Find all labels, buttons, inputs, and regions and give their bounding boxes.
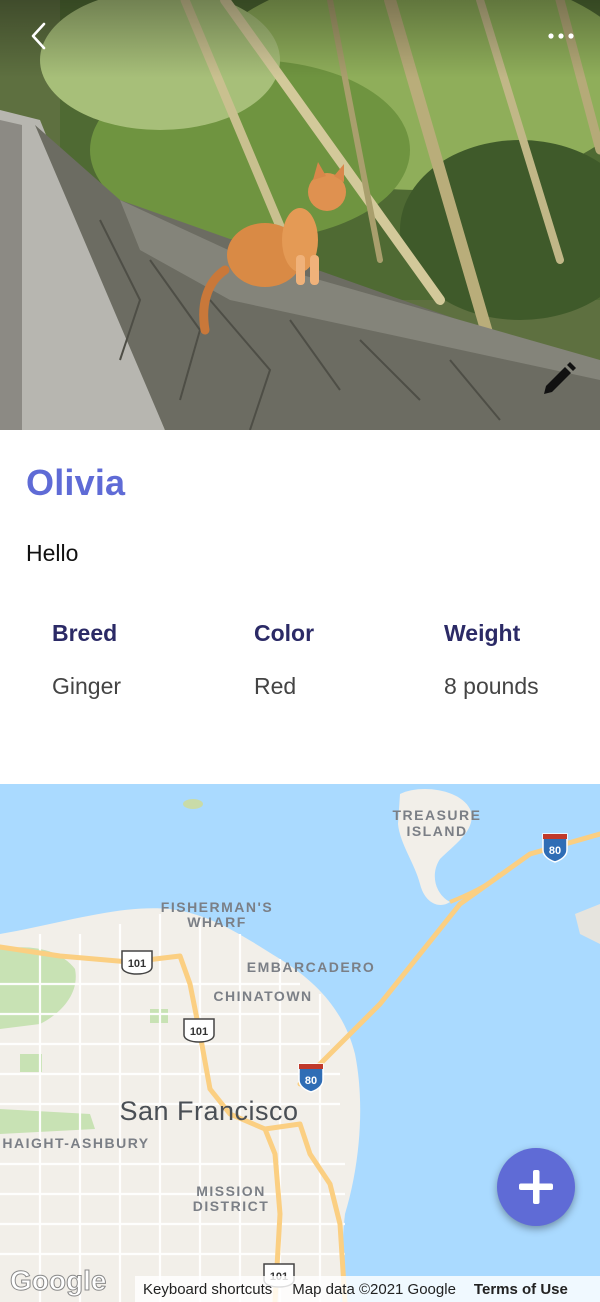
attribute-value: 8 pounds xyxy=(444,673,539,699)
us-101-shield-icon: 101 xyxy=(183,1018,215,1043)
interstate-80-shield-icon: 80 xyxy=(298,1063,324,1093)
interstate-80-shield-icon: 80 xyxy=(542,833,568,863)
map-label-fishermans-wharf-2: WHARF xyxy=(187,914,247,930)
attribute-value: Ginger xyxy=(52,673,122,699)
pet-photo xyxy=(0,0,600,430)
attribute-weight: Weight 8 pounds xyxy=(444,620,539,700)
attribute-label: Color xyxy=(254,620,315,646)
attribute-label: Breed xyxy=(52,620,118,646)
attribute-breed: Breed Ginger xyxy=(52,620,121,700)
back-button[interactable] xyxy=(20,16,60,56)
pet-attributes: Breed Ginger Color Red Weight 8 pounds xyxy=(0,620,600,720)
plus-icon xyxy=(519,1170,553,1204)
chevron-left-icon xyxy=(31,22,46,50)
map-label-chinatown: CHINATOWN xyxy=(213,988,312,1004)
more-options-button[interactable] xyxy=(536,16,586,56)
google-logo: Google xyxy=(10,1265,106,1296)
shield-label: 80 xyxy=(305,1075,317,1087)
map-attribution: Map data ©2021 Google xyxy=(292,1280,456,1298)
map-label-mission-1: MISSION xyxy=(196,1183,266,1199)
map-label-treasure-island-2: ISLAND xyxy=(406,823,467,839)
pet-description: Hello xyxy=(26,540,79,566)
pet-name: Olivia xyxy=(26,462,126,503)
top-app-bar xyxy=(0,0,600,78)
attribute-value: Red xyxy=(254,673,297,699)
map-label-treasure-island-1: TREASURE xyxy=(392,807,481,823)
pencil-icon xyxy=(544,362,576,394)
map-label-haight: HAIGHT-ASHBURY xyxy=(2,1135,149,1151)
add-button[interactable] xyxy=(497,1148,575,1226)
more-horizontal-icon xyxy=(548,33,574,39)
map-footer: Keyboard shortcuts Map data ©2021 Google… xyxy=(135,1276,600,1302)
location-map[interactable]: TREASURE ISLAND FISHERMAN'S WHARF EMBARC… xyxy=(0,784,600,1302)
map-label-city: San Francisco xyxy=(119,1096,298,1126)
map-label-embarcadero: EMBARCADERO xyxy=(247,959,376,975)
shield-label: 80 xyxy=(549,845,561,857)
map-label-mission-2: DISTRICT xyxy=(193,1198,270,1214)
shield-label: 101 xyxy=(128,958,146,970)
edit-button[interactable] xyxy=(536,358,580,402)
attribute-label: Weight xyxy=(444,620,521,646)
us-101-shield-icon: 101 xyxy=(121,950,153,975)
terms-of-use-link[interactable]: Terms of Use xyxy=(474,1281,568,1298)
map-label-fishermans-wharf-1: FISHERMAN'S xyxy=(161,899,273,915)
keyboard-shortcuts-link[interactable]: Keyboard shortcuts xyxy=(143,1281,272,1298)
shield-label: 101 xyxy=(190,1026,208,1038)
attribute-color: Color Red xyxy=(254,620,314,700)
